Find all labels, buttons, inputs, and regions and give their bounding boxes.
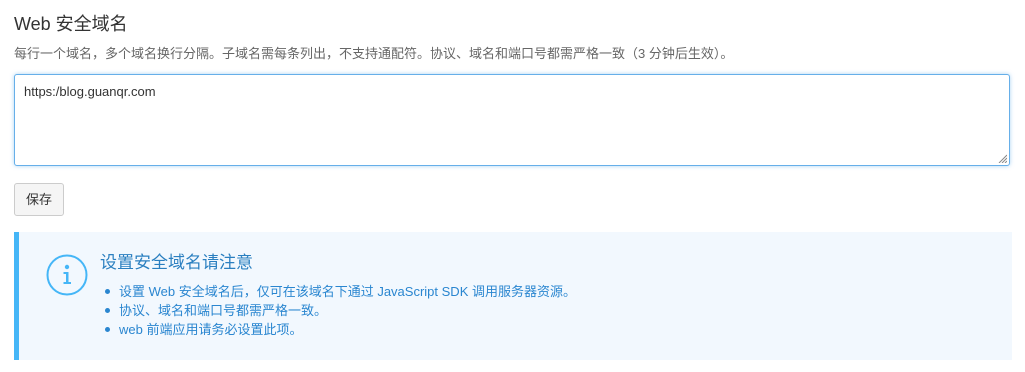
- notice-list-item: web 前端应用请务必设置此项。: [100, 320, 576, 339]
- notice-item-text: 协议、域名和端口号都需严格一致。: [119, 303, 328, 318]
- bullet-icon: [105, 308, 110, 313]
- bullet-icon: [105, 327, 110, 332]
- notice-list-item: 协议、域名和端口号都需严格一致。: [100, 301, 576, 320]
- domains-textarea[interactable]: https:/blog.guanqr.com: [15, 75, 1009, 165]
- notice-box: 设置安全域名请注意 设置 Web 安全域名后，仅可在该域名下通过 JavaScr…: [14, 232, 1012, 360]
- domains-textarea-wrapper: https:/blog.guanqr.com: [14, 74, 1010, 166]
- bullet-icon: [105, 289, 110, 294]
- section-description: 每行一个域名，多个域名换行分隔。子域名需每条列出，不支持通配符。协议、域名和端口…: [14, 46, 734, 61]
- notice-item-text: web 前端应用请务必设置此项。: [119, 322, 303, 337]
- resize-handle-icon[interactable]: [998, 154, 1007, 163]
- info-circle-icon: [46, 254, 88, 296]
- notice-title: 设置安全域名请注意: [100, 253, 253, 272]
- web-security-domain-panel: Web 安全域名 每行一个域名，多个域名换行分隔。子域名需每条列出，不支持通配符…: [0, 0, 1025, 372]
- notice-item-text: 设置 Web 安全域名后，仅可在该域名下通过 JavaScript SDK 调用…: [119, 284, 576, 299]
- save-button[interactable]: 保存: [14, 183, 64, 216]
- notice-list: 设置 Web 安全域名后，仅可在该域名下通过 JavaScript SDK 调用…: [100, 282, 576, 339]
- section-title: Web 安全域名: [14, 14, 128, 34]
- notice-list-item: 设置 Web 安全域名后，仅可在该域名下通过 JavaScript SDK 调用…: [100, 282, 576, 301]
